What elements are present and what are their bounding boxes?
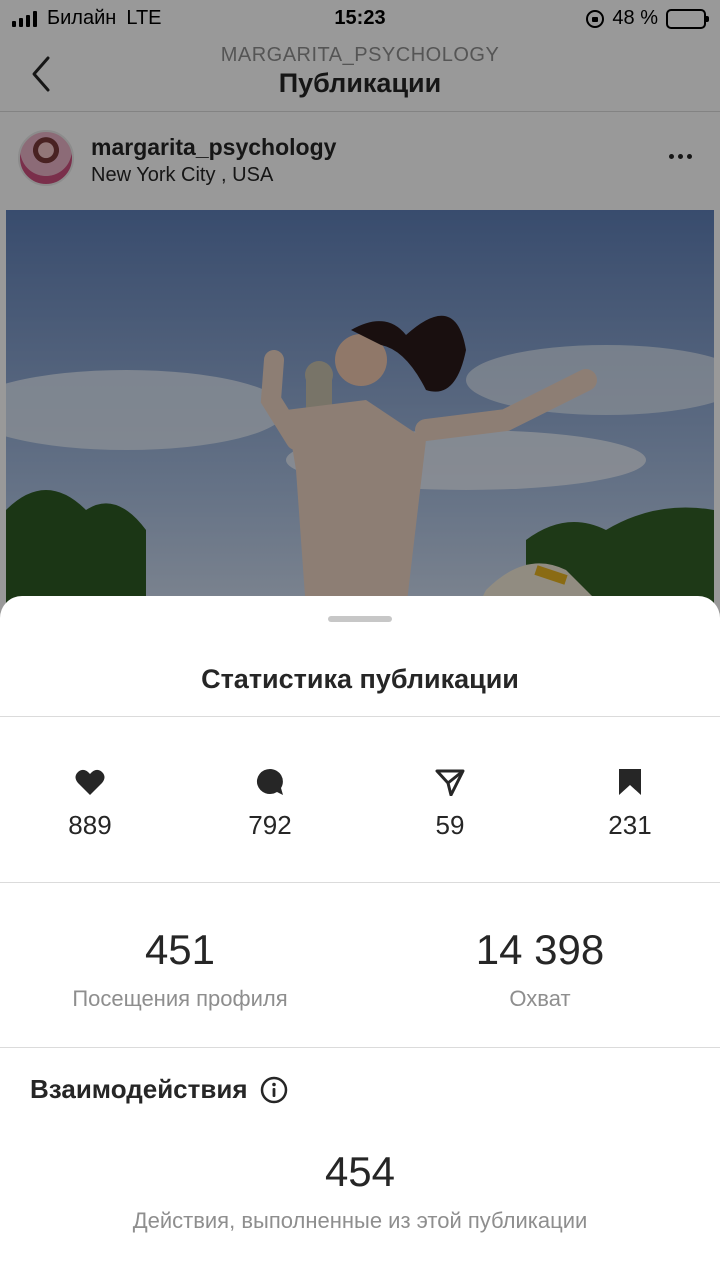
shares-value: 59 bbox=[435, 810, 465, 840]
interactions-header: Взаимодействия bbox=[30, 1074, 288, 1105]
bookmark-icon bbox=[619, 769, 641, 795]
likes-value: 889 bbox=[68, 810, 112, 840]
divider bbox=[0, 882, 720, 883]
reach: 14 398 Охват bbox=[360, 926, 720, 1012]
interactions-title: Взаимодействия bbox=[30, 1074, 248, 1104]
comment-icon bbox=[256, 768, 283, 795]
saves-count: 231 bbox=[560, 768, 700, 841]
send-icon bbox=[435, 769, 465, 796]
shares-count: 59 bbox=[380, 768, 520, 841]
comments-value: 792 bbox=[248, 810, 292, 840]
divider bbox=[0, 1047, 720, 1048]
heart-icon bbox=[75, 769, 105, 795]
saves-value: 231 bbox=[608, 810, 652, 840]
interactions-value: 454 bbox=[324, 1148, 396, 1195]
comments-count: 792 bbox=[200, 768, 340, 841]
profile-visits-value: 451 bbox=[144, 926, 216, 973]
likes-count: 889 bbox=[20, 768, 160, 841]
reach-value: 14 398 bbox=[475, 926, 605, 973]
sheet-grabber[interactable] bbox=[328, 616, 392, 622]
profile-visits: 451 Посещения профиля bbox=[0, 926, 360, 1012]
engagement-counts: 889 792 59 231 bbox=[0, 768, 720, 848]
post-insights-sheet: Статистика публикации 889 792 59 231 451… bbox=[0, 596, 720, 1280]
divider bbox=[0, 716, 720, 717]
profile-visits-label: Посещения профиля bbox=[72, 986, 288, 1011]
sheet-title: Статистика публикации bbox=[201, 664, 519, 694]
interactions-label: Действия, выполненные из этой публикации bbox=[132, 1208, 588, 1233]
info-icon[interactable] bbox=[260, 1076, 288, 1104]
reach-label: Охват bbox=[509, 986, 571, 1011]
